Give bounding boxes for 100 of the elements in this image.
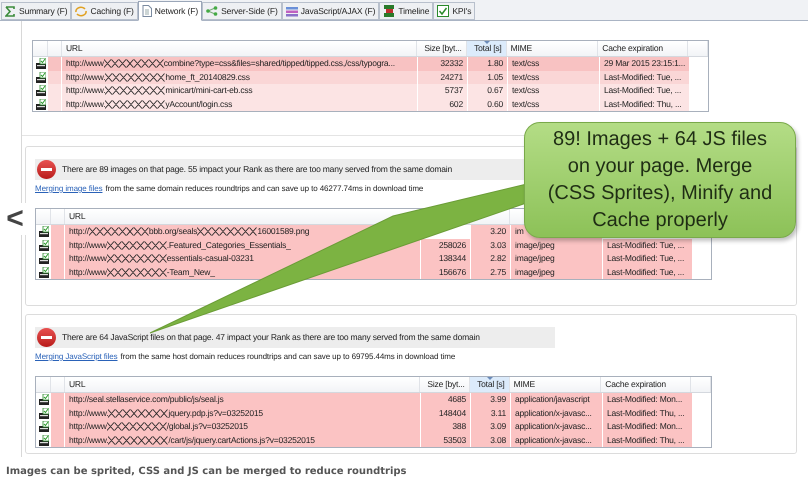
column-header[interactable]: MIME — [510, 42, 532, 55]
url-cell: http://www /global.js?v=03252015 — [65, 420, 421, 434]
column-header[interactable]: Cache expiration — [602, 42, 663, 55]
table-cell: application/x-javasc... — [511, 406, 603, 420]
table-cell: text/css — [508, 70, 600, 84]
url-cell: http://www. minicart/mini-cart-eb.css — [62, 84, 418, 98]
table-cell: Last-Modified: Tue, ... — [600, 84, 690, 98]
url-cell: http://seal.stellaservice.com/public/js/seal.js — [65, 393, 421, 406]
column-header[interactable]: URL — [68, 378, 86, 391]
column-header[interactable]: URL — [68, 210, 86, 223]
sorted-column-header[interactable]: Total [s] — [466, 41, 507, 56]
tab[interactable]: Network (F) — [138, 1, 202, 21]
tab-icon — [75, 6, 88, 16]
table-cell: 388 — [421, 420, 471, 434]
file-type-icon — [36, 85, 46, 96]
redaction-scribble — [106, 268, 167, 277]
tab[interactable]: Server-Side (F) — [202, 2, 282, 20]
tab-icon — [5, 6, 16, 16]
tab[interactable]: Summary (F) — [1, 2, 72, 20]
url-cell: http://www. home_ft_20140829.css — [62, 70, 418, 84]
redaction-scribble — [105, 72, 166, 82]
table-cell: application/x-javasc... — [511, 420, 603, 434]
table-cell: 148404 — [421, 406, 471, 420]
tab[interactable]: Caching (F) — [71, 2, 138, 20]
file-type-icon — [38, 240, 48, 251]
table-cell: image/jpeg — [511, 252, 603, 266]
table-cell: 0.60 — [468, 98, 508, 111]
redaction-scribble — [106, 422, 167, 432]
table-cell: 3.20 — [471, 225, 511, 238]
file-type-icon — [38, 421, 48, 432]
file-type-icon — [36, 72, 46, 83]
url-cell: http://www combine?type=css&files=shared/tipped/tipped.css,/css/typogra... — [62, 57, 418, 70]
error-icon — [37, 160, 56, 179]
table-cell: 53503 — [421, 434, 471, 447]
table-cell: text/css — [508, 98, 600, 111]
url-cell: http://www. jquery.pdp.js?v=03252015 — [65, 406, 421, 420]
redaction-scribble — [104, 59, 164, 68]
file-type-icon — [38, 408, 48, 419]
url-cell: http://www. /cart/js/jquery.cartActions.js?v=03252015 — [65, 434, 421, 447]
table-cell: 3.11 — [471, 406, 511, 420]
table-cell: image/jpeg — [511, 266, 603, 279]
table-cell: 602 — [418, 98, 468, 111]
redaction-scribble — [108, 436, 168, 445]
table-cell: application/x-javasc... — [511, 434, 603, 447]
redaction-scribble — [197, 227, 258, 236]
tab-icon — [286, 6, 298, 16]
callout-bubble: 89! Images + 64 JS files on your page. Merge (CSS Sprites), Minify and Cache properly — [524, 122, 796, 238]
table-cell: 2.82 — [471, 252, 511, 266]
redaction-scribble — [105, 100, 166, 109]
table-cell: 3.03 — [471, 238, 511, 252]
tab-icon — [206, 6, 218, 16]
table-cell: Last-Modified: Tue, ... — [603, 266, 693, 279]
url-cell: http://www. yAccount/login.css — [62, 98, 418, 111]
table-cell: 5737 — [418, 84, 468, 98]
table-cell: 156676 — [421, 266, 471, 279]
table-cell: 3.09 — [471, 420, 511, 434]
error-icon — [37, 328, 56, 347]
sort-indicator-icon — [487, 377, 494, 380]
column-header[interactable]: Size [byt... — [424, 42, 462, 55]
warning-banner: There are 64 JavaScript files on that page. 47 impact your Rank as there are too many served from the same domain — [35, 327, 555, 348]
column-header[interactable]: URL — [66, 42, 82, 55]
table-cell: Last-Modified: Thu, ... — [603, 406, 693, 420]
table-cell: Last-Modified: Mon... — [603, 420, 693, 434]
column-header[interactable]: Size [byt... — [427, 378, 465, 391]
table-cell: application/javascript — [511, 393, 603, 406]
redaction-scribble — [88, 227, 149, 236]
help-link[interactable]: Merging image files — [35, 183, 102, 195]
column-header[interactable]: MIME — [514, 378, 535, 391]
redaction-scribble — [108, 408, 168, 418]
table-cell: 258026 — [421, 238, 471, 252]
table-cell: 1.80 — [468, 57, 508, 70]
table-cell: text/css — [508, 57, 600, 70]
table-cell: Last-Modified: Tue, ... — [600, 70, 690, 84]
table-cell: 1.05 — [468, 70, 508, 84]
tab-icon — [437, 5, 450, 17]
tab-icon — [142, 5, 152, 17]
tab[interactable]: JavaScript/AJAX (F) — [282, 2, 380, 20]
tab-icon — [383, 5, 396, 17]
sort-indicator-icon — [484, 41, 490, 44]
description-text: from the same domain reduces roundtrips and can save up to 46277.74ms in download time — [105, 183, 424, 195]
redaction-scribble — [105, 86, 166, 96]
table-cell: 24271 — [418, 70, 468, 84]
table-cell: 138344 — [421, 252, 471, 266]
table-cell: 32332 — [418, 57, 468, 70]
table-cell: Last-Modified: Mon... — [603, 393, 693, 406]
table-cell: 29 Mar 2015 23:15:1... — [600, 57, 690, 70]
description-text: from the same host domain reduces roundtrips and can save up to 69795.44ms in download time — [120, 351, 456, 363]
help-link[interactable]: Merging JavaScript files — [35, 351, 118, 363]
sorted-column-header[interactable]: Total [s] — [470, 377, 510, 392]
table-cell: Last-Modified: Tue, ... — [603, 252, 693, 266]
table-cell: image/jpeg — [511, 238, 603, 252]
table-cell: 0.67 — [468, 84, 508, 98]
tab[interactable]: Timeline — [379, 2, 434, 20]
column-header[interactable]: Cache expiration — [605, 378, 666, 391]
table-cell: Last-Modified: Thu, ... — [600, 98, 690, 111]
caption-text: Images can be sprited, CSS and JS can be merged to reduce roundtrips — [6, 465, 406, 479]
table-cell: 4685 — [421, 393, 471, 406]
tab[interactable]: KPI's — [433, 2, 476, 20]
redaction-scribble — [106, 240, 167, 250]
table-cell: 3.08 — [471, 434, 511, 447]
